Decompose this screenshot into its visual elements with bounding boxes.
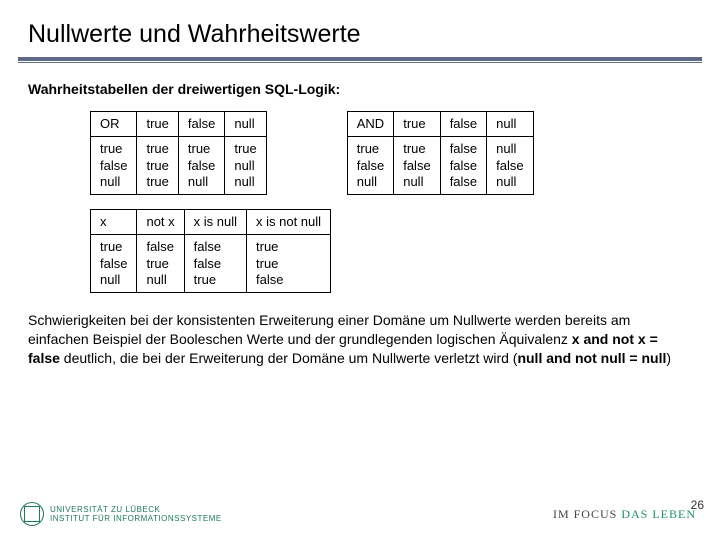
unary-c3: truetruefalse [247,235,331,293]
subtitle: Wahrheitstabellen der dreiwertigen SQL-L… [0,63,720,111]
unary-h2: x is null [184,210,246,235]
tables-row-1: OR true false null truefalsenull truetru… [0,111,720,195]
and-c2: falsefalsefalse [440,137,486,195]
unary-c1: falsetruenull [137,235,184,293]
slogan-b: DAS LEBEN [621,507,696,521]
and-truth-table: AND true false null truefalsenull truefa… [347,111,534,195]
logo-mark-icon [20,502,44,526]
or-op-header: OR [91,112,137,137]
body-p1d: null and not null = null [517,350,666,366]
logo-text: UNIVERSITÄT ZU LÜBECK INSTITUT FÜR INFOR… [50,505,222,523]
divider-thick [18,57,702,61]
page-title: Nullwerte und Wahrheitswerte [0,0,720,57]
body-p1a: Schwierigkeiten bei der konsistenten Erw… [28,312,630,347]
uni-line1: UNIVERSITÄT ZU LÜBECK [50,505,222,514]
unary-h0: x [91,210,137,235]
university-logo: UNIVERSITÄT ZU LÜBECK INSTITUT FÜR INFOR… [20,502,222,526]
and-row-headers: truefalsenull [347,137,393,195]
and-col-false: false [440,112,486,137]
and-op-header: AND [347,112,393,137]
unary-truth-table: x not x x is null x is not null truefals… [90,209,331,293]
footer: UNIVERSITÄT ZU LÜBECK INSTITUT FÜR INFOR… [0,494,720,540]
or-c2: truefalsenull [178,137,224,195]
body-p1e: ) [666,350,671,366]
and-col-null: null [487,112,533,137]
or-col-true: true [137,112,178,137]
slogan: IM FOCUS DAS LEBEN [553,507,696,522]
or-col-null: null [225,112,266,137]
body-p1c: deutlich, die bei der Erweiterung der Do… [60,350,518,366]
tables-row-2: x not x x is null x is not null truefals… [0,209,720,293]
body-paragraph: Schwierigkeiten bei der konsistenten Erw… [0,311,720,368]
or-row-headers: truefalsenull [91,137,137,195]
unary-h3: x is not null [247,210,331,235]
and-col-true: true [394,112,440,137]
unary-h1: not x [137,210,184,235]
uni-line2: INSTITUT FÜR INFORMATIONSSYSTEME [50,514,222,523]
unary-c2: falsefalsetrue [184,235,246,293]
and-c3: nullfalsenull [487,137,533,195]
and-c1: truefalsenull [394,137,440,195]
unary-row-headers: truefalsenull [91,235,137,293]
or-c3: truenullnull [225,137,266,195]
slide: Nullwerte und Wahrheitswerte Wahrheitsta… [0,0,720,540]
or-col-false: false [178,112,224,137]
or-truth-table: OR true false null truefalsenull truetru… [90,111,267,195]
slogan-a: IM FOCUS [553,507,621,521]
or-c1: truetruetrue [137,137,178,195]
